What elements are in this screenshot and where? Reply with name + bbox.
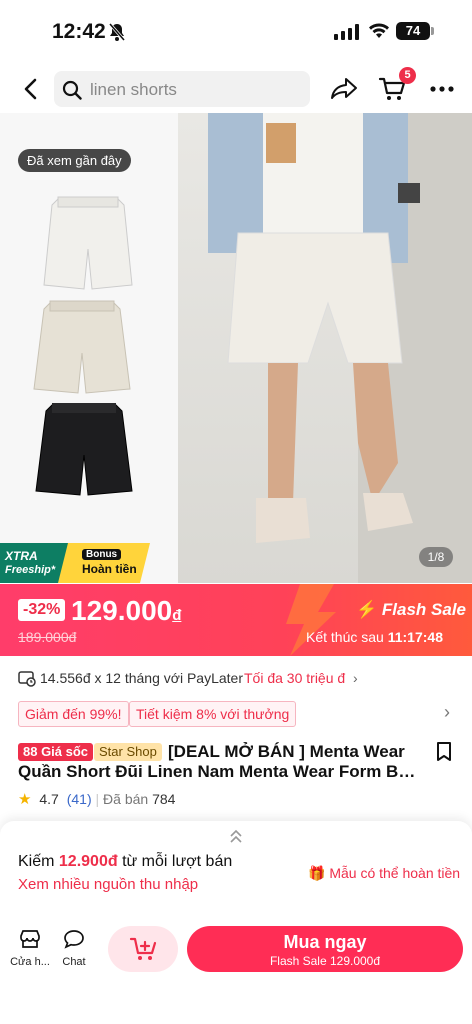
buy-now-sublabel: Flash Sale 129.000đ <box>269 954 381 968</box>
signal-icon <box>334 24 359 40</box>
sold-count: 784 <box>152 791 176 807</box>
earn-row: Kiếm 12.900đ từ mỗi lượt bán <box>18 853 232 871</box>
chevron-right-icon: › <box>349 670 358 686</box>
product-title-line2: Quần Short Đũi Linen Nam Menta Wear Form… <box>18 762 418 781</box>
flash-ends-label: Kết thúc sau <box>306 629 384 645</box>
shop-icon <box>20 930 40 948</box>
flash-countdown: 11:17:48 <box>387 629 443 645</box>
earn-suffix: từ mỗi lượt bán <box>122 853 233 870</box>
earn-prefix: Kiếm <box>18 853 55 870</box>
sale-tag: 88 Giá sốc <box>18 743 94 761</box>
more-income-link[interactable]: Xem nhiều nguồn thu nhập <box>18 876 198 893</box>
chat-label: Chat <box>62 956 86 968</box>
currency-symbol: đ <box>172 607 182 624</box>
star-shop-tag: Star Shop <box>94 743 162 761</box>
add-to-cart-icon <box>129 937 157 960</box>
buy-now-label: Mua ngay <box>283 932 367 952</box>
search-input[interactable]: linen shorts <box>90 80 177 100</box>
original-price: 189.000đ <box>18 629 77 645</box>
voucher-chip[interactable]: Tiết kiệm 8% với thưởng <box>129 701 297 727</box>
sale-price: 129.000đ <box>71 595 181 627</box>
flash-bolt-icon: ⚡ <box>356 600 378 619</box>
more-options-icon[interactable] <box>430 86 454 92</box>
shorts-white-thumbnail[interactable] <box>0 113 178 583</box>
xtra-freeship-badge: XTRA Freeship* <box>0 543 68 583</box>
chevron-right-icon[interactable]: › <box>444 702 450 723</box>
shop-label: Cửa h... <box>10 956 50 968</box>
model-wearing-shorts-image <box>208 113 472 583</box>
review-count: (41) <box>66 791 92 807</box>
rating-value: 4.7 <box>39 791 59 807</box>
status-time: 12:42 <box>52 20 106 43</box>
recently-viewed-label[interactable]: Đã xem gần đây <box>18 149 131 172</box>
chat-icon <box>64 930 84 949</box>
paylater-limit-label: Tối đa 30 triệu đ <box>244 670 346 686</box>
sold-label: Đã bán <box>103 791 149 807</box>
sale-price-value: 129.000 <box>71 595 173 626</box>
battery-level: 74 <box>396 22 430 40</box>
cashback-label: Hoàn tiền <box>82 562 137 576</box>
flash-sale-title: ⚡ Flash Sale <box>356 600 466 620</box>
bookmark-icon[interactable] <box>436 742 452 762</box>
paylater-text[interactable]: 14.556đ x 12 tháng với PayLater <box>40 670 243 686</box>
share-icon[interactable] <box>330 76 358 102</box>
image-pager: 1/8 <box>419 547 453 567</box>
search-icon <box>62 80 82 100</box>
flash-sale-label: Flash Sale <box>381 600 467 619</box>
voucher-chip[interactable]: Giảm đến 99%! <box>18 701 129 727</box>
discount-badge: -32% <box>18 599 66 621</box>
back-arrow-icon[interactable] <box>18 76 44 102</box>
flash-bolt-decoration-icon <box>286 584 336 656</box>
wifi-icon <box>369 23 389 38</box>
bell-muted-icon <box>108 23 126 41</box>
divider: | <box>95 791 100 807</box>
bottom-sheet <box>0 821 472 1024</box>
product-title-line1: [DEAL MỞ BÁN ] Menta Wear <box>168 742 405 761</box>
gift-icon: 🎁 <box>308 865 326 881</box>
freeship-label: Freeship* <box>5 564 56 576</box>
xtra-label: XTRA <box>5 549 38 563</box>
refundable-sample[interactable]: 🎁 Mẫu có thể hoàn tiền <box>308 865 460 882</box>
shop-button[interactable]: Cửa h... <box>10 929 50 968</box>
thumbnail-column[interactable] <box>0 113 178 583</box>
earn-amount: 12.900đ <box>58 853 118 870</box>
star-icon: ★ <box>18 791 32 808</box>
rating-row[interactable]: ★ 4.7 (41) | Đã bán 784 <box>18 790 175 808</box>
buy-now-button[interactable]: Mua ngay Flash Sale 129.000đ <box>187 926 463 972</box>
flash-ends-row: Kết thúc sau 11:17:48 <box>306 629 443 645</box>
product-main-image[interactable] <box>178 113 472 583</box>
bonus-label: Bonus <box>82 549 121 560</box>
refundable-sample-label: Mẫu có thể hoàn tiền <box>329 865 461 881</box>
add-to-cart-button[interactable] <box>108 926 178 972</box>
paylater-card-icon <box>18 671 36 687</box>
cart-count-badge: 5 <box>399 67 416 84</box>
battery-tip <box>431 27 434 35</box>
paylater-limit[interactable]: Tối đa 30 triệu đ › <box>244 670 358 686</box>
bonus-cashback-badge: Bonus Hoàn tiền <box>58 543 150 583</box>
double-chevron-up-icon[interactable] <box>228 828 244 844</box>
chat-button[interactable]: Chat <box>58 929 90 968</box>
